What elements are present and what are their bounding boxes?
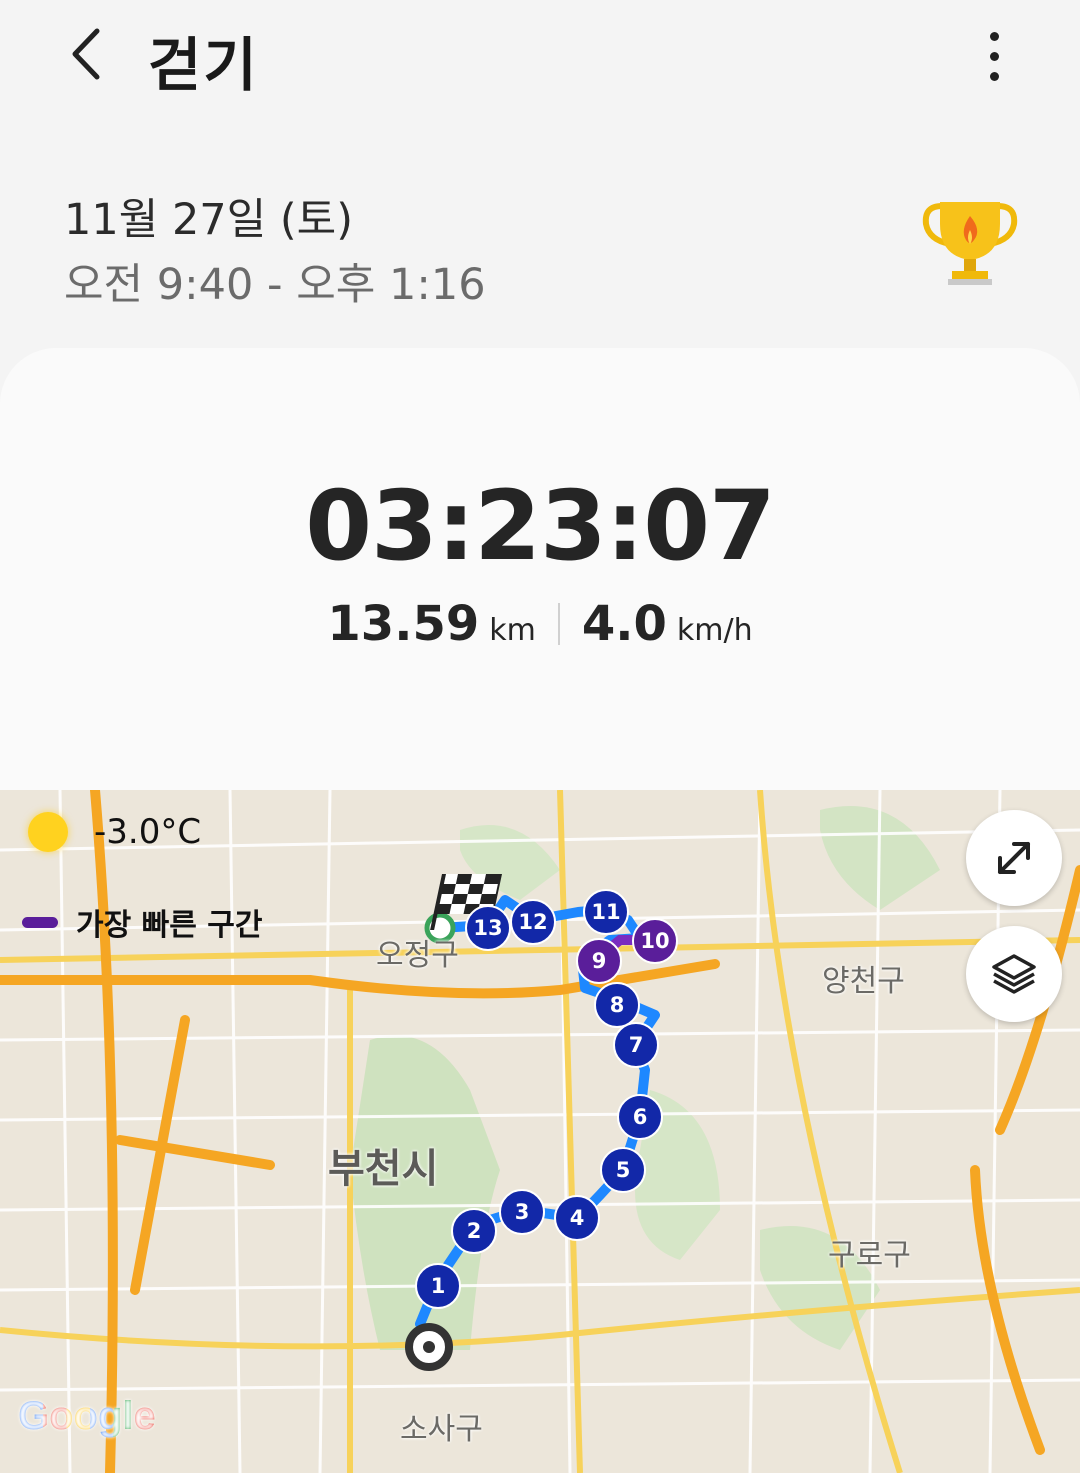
lap-marker-5: 5 (600, 1147, 646, 1193)
temperature: -3.0°C (94, 812, 202, 852)
lap-marker-3: 3 (499, 1189, 545, 1235)
lap-marker-13: 13 (465, 905, 511, 951)
lap-marker-6: 6 (617, 1094, 663, 1140)
svg-text:13: 13 (473, 916, 502, 940)
lap-marker-11: 11 (583, 889, 629, 935)
speed-value: 4.0 (581, 596, 667, 652)
svg-text:7: 7 (629, 1033, 644, 1057)
expand-icon (998, 842, 1030, 874)
expand-map-button[interactable] (966, 810, 1062, 906)
svg-text:9: 9 (592, 949, 607, 973)
lap-marker-7: 7 (613, 1022, 659, 1068)
speed-unit: km/h (676, 613, 753, 648)
place-bucheon: 부천시 (328, 1146, 439, 1192)
lap-marker-1: 1 (415, 1263, 461, 1309)
place-yangcheon: 양천구 (822, 964, 905, 999)
svg-text:10: 10 (640, 929, 669, 953)
legend-swatch (22, 916, 58, 928)
session-date: 11월 27일 (토) (64, 195, 354, 245)
trophy-icon[interactable] (920, 196, 1020, 292)
svg-text:5: 5 (616, 1158, 631, 1182)
weather-info: -3.0°C (28, 812, 201, 852)
svg-text:6: 6 (633, 1105, 648, 1129)
place-sosa: 소사구 (400, 1412, 483, 1447)
page-title: 걷기 (148, 31, 259, 99)
svg-text:8: 8 (610, 993, 625, 1017)
session-time-range: 오전 9:40 - 오후 1:16 (64, 260, 486, 310)
distance-value: 13.59 (327, 596, 480, 652)
lap-marker-10: 10 (632, 918, 678, 964)
chevron-left-icon (72, 28, 100, 80)
place-guro: 구로구 (828, 1238, 911, 1273)
svg-text:3: 3 (515, 1200, 530, 1224)
lap-marker-9: 9 (576, 938, 622, 984)
more-options-button[interactable] (968, 26, 1020, 86)
more-vert-icon (989, 31, 999, 41)
lap-marker-4: 4 (554, 1195, 600, 1241)
google-attribution: Google (18, 1394, 156, 1438)
svg-text:4: 4 (570, 1206, 585, 1230)
svg-text:2: 2 (467, 1219, 482, 1243)
map-base: 1 2 3 4 5 6 7 8 9 10 11 12 13 (0, 790, 1080, 1473)
svg-text:1: 1 (431, 1274, 446, 1298)
place-ojeong: 오정구 (376, 938, 459, 973)
map-legend: 가장 빠른 구간 (22, 900, 263, 944)
map-layers-button[interactable] (966, 926, 1062, 1022)
lap-marker-12: 12 (510, 899, 556, 945)
svg-text:12: 12 (518, 910, 547, 934)
layers-icon (992, 954, 1036, 994)
stat-divider (557, 603, 560, 645)
lap-marker-8: 8 (594, 982, 640, 1028)
lap-marker-2: 2 (451, 1208, 497, 1254)
svg-text:11: 11 (591, 900, 620, 924)
distance-unit: km (489, 613, 536, 648)
sun-icon (28, 812, 68, 852)
stats-row: 13.59 km 4.0 km/h (0, 596, 1080, 652)
app-header: 걷기 (0, 0, 1080, 110)
workout-summary-card: 03:23:07 13.59 km 4.0 km/h 1 2 3 4 5 6 7… (0, 348, 1080, 1473)
back-button[interactable] (56, 22, 116, 86)
duration-value: 03:23:07 (305, 470, 776, 582)
legend-label: 가장 빠른 구간 (76, 908, 263, 943)
route-map[interactable]: 1 2 3 4 5 6 7 8 9 10 11 12 13 오정구 양천구 부천… (0, 790, 1080, 1473)
